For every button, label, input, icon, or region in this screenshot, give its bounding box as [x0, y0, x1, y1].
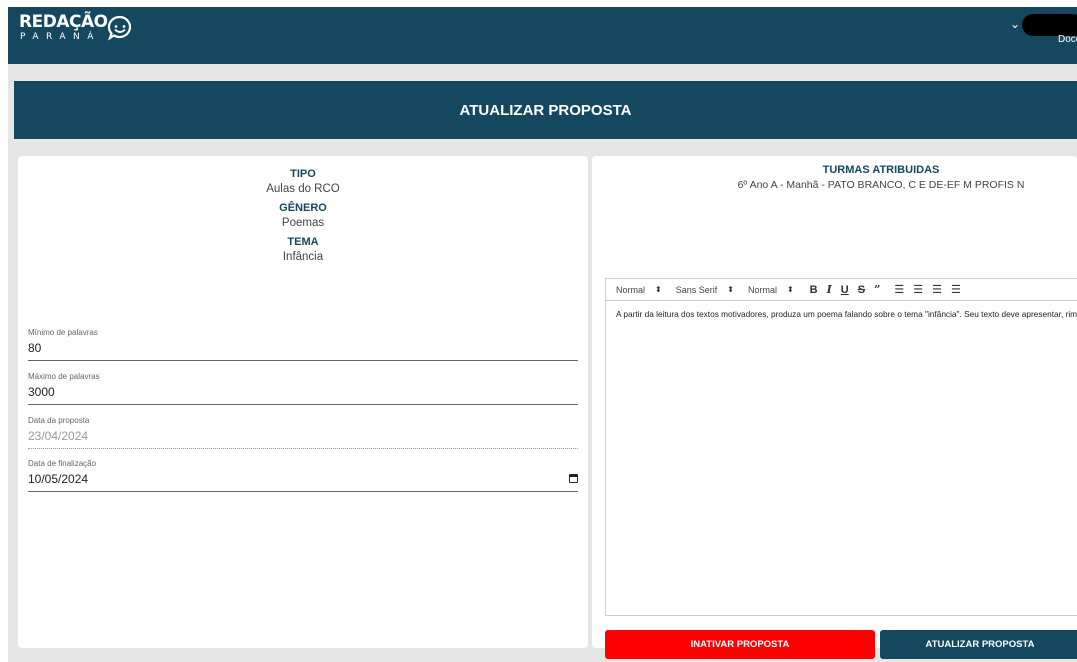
max-words-label: Máximo de palavras [28, 372, 100, 381]
editor-toolbar: Normal ⬍ Sans Serif ⬍ Normal ⬍ B I U S ”… [606, 279, 1077, 301]
user-role: Doce [1058, 34, 1077, 45]
input-underline [28, 448, 578, 449]
proposal-details-card: TIPO Aulas do RCO GÊNERO Poemas TEMA Inf… [18, 156, 588, 648]
page-title: ATUALIZAR PROPOSTA [14, 81, 1077, 139]
update-proposal-button[interactable]: ATUALIZAR PROPOSTA [880, 630, 1077, 659]
end-date-input[interactable]: 10/05/2024 [28, 472, 578, 488]
min-words-field[interactable]: Mínimo de palavras 80 [28, 328, 578, 361]
speech-bubble-icon [107, 15, 132, 41]
editor-content[interactable]: A partir da leitura dos textos motivador… [606, 301, 1077, 327]
max-words-field[interactable]: Máximo de palavras 3000 [28, 372, 578, 405]
size-select-value: Normal [747, 284, 777, 295]
select-arrows-icon: ⬍ [786, 285, 794, 294]
input-underline [28, 404, 578, 405]
top-navbar: REDAÇÃO PARANÁ ⌄ Doce [8, 7, 1077, 64]
ordered-list-icon[interactable]: ☰ [894, 283, 904, 296]
header-select-value: Normal [616, 284, 646, 295]
tema-label: TEMA [287, 236, 319, 248]
min-words-input[interactable]: 80 [28, 341, 578, 357]
tipo-value: Aulas do RCO [266, 183, 340, 195]
chevron-down-icon[interactable]: ⌄ [1010, 17, 1020, 31]
blockquote-icon[interactable]: ” [874, 283, 880, 296]
turmas-value: 6º Ano A - Manhã - PATO BRANCO, C E DE-E… [737, 179, 1025, 191]
min-words-label: Mínimo de palavras [28, 328, 98, 337]
select-arrows-icon: ⬍ [727, 285, 734, 294]
size-select[interactable]: Normal ⬍ [748, 285, 794, 295]
proposal-text-card: TURMAS ATRIBUIDAS 6º Ano A - Manhã - PAT… [592, 156, 1077, 659]
logo-sub-text: PARANÁ [20, 32, 101, 42]
tipo-label: TIPO [290, 168, 316, 180]
strike-icon[interactable]: S [858, 284, 865, 296]
proposal-date-label: Data da proposta [28, 416, 90, 425]
turmas-atribuidas: TURMAS ATRIBUIDAS 6º Ano A - Manhã - PAT… [592, 164, 1077, 191]
proposal-date-field: Data da proposta 23/04/2024 [28, 416, 578, 449]
max-words-input[interactable]: 3000 [28, 385, 578, 401]
inactivate-proposal-button[interactable]: INATIVAR PROPOSTA [605, 630, 875, 659]
font-select[interactable]: Sans Serif ⬍ [676, 285, 734, 295]
main-content: ATUALIZAR PROPOSTA TIPO Aulas do RCO GÊN… [8, 64, 1077, 662]
user-name-redacted[interactable] [1022, 14, 1077, 36]
end-date-label: Data de finalização [28, 459, 97, 468]
genero-value: Poemas [281, 217, 325, 229]
select-arrows-icon: ⬍ [655, 285, 662, 294]
calendar-icon[interactable] [569, 474, 578, 483]
input-underline [28, 491, 578, 492]
underline-icon[interactable]: U [841, 284, 849, 296]
bold-icon[interactable]: B [810, 284, 818, 296]
proposal-info: TIPO Aulas do RCO GÊNERO Poemas TEMA Inf… [18, 168, 588, 263]
italic-icon[interactable]: I [827, 283, 832, 296]
rich-text-editor[interactable]: Normal ⬍ Sans Serif ⬍ Normal ⬍ B I U S ”… [605, 278, 1077, 616]
genero-label: GÊNERO [279, 202, 327, 214]
header-select[interactable]: Normal ⬍ [616, 285, 662, 295]
outdent-icon[interactable]: ☰ [932, 283, 942, 296]
input-underline [28, 360, 578, 361]
indent-icon[interactable]: ☰ [951, 283, 961, 296]
turmas-label: TURMAS ATRIBUIDAS [822, 164, 940, 176]
logo-main-text: REDAÇÃO [19, 12, 108, 32]
bullet-list-icon[interactable]: ☰ [913, 283, 923, 296]
font-select-value: Sans Serif [675, 284, 718, 295]
tema-value: Infância [282, 251, 324, 263]
proposal-date-input: 23/04/2024 [28, 429, 89, 443]
redacao-parana-logo[interactable]: REDAÇÃO PARANÁ [19, 12, 132, 43]
end-date-field[interactable]: Data de finalização 10/05/2024 [28, 459, 578, 492]
